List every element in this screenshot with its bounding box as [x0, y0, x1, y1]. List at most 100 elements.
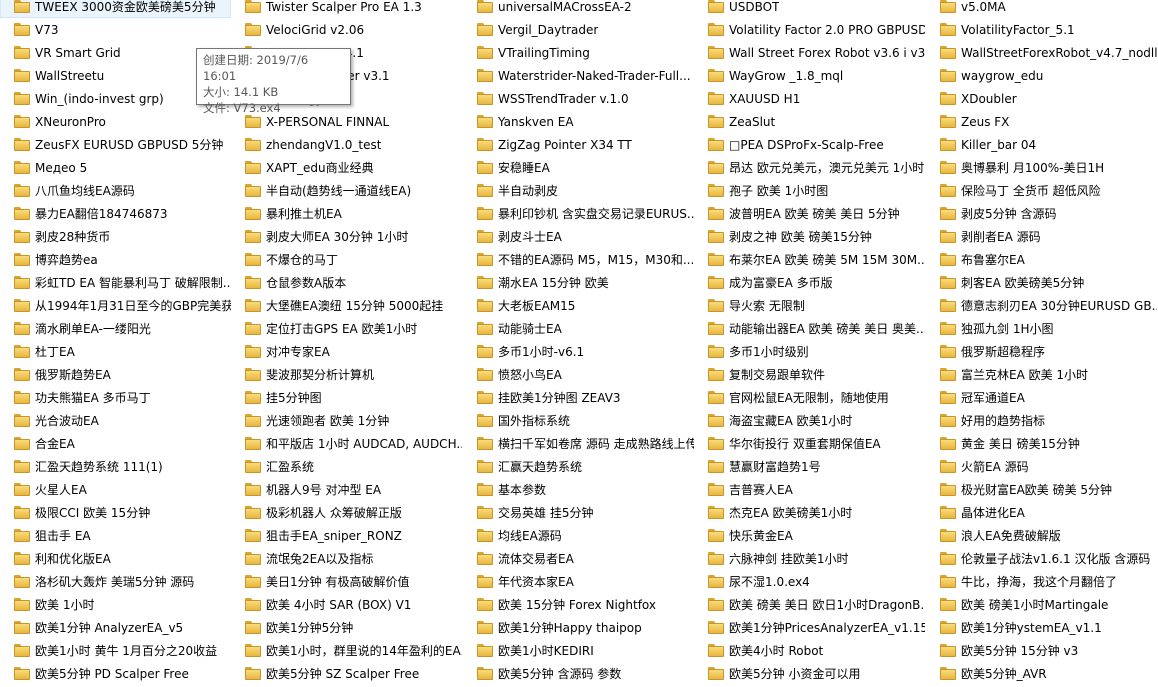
folder-item[interactable]: 德意志刹刃EA 30分钟EURUSD GB... [926, 294, 1157, 317]
folder-item[interactable]: XAPT_edu商业经典 [231, 156, 462, 179]
folder-item[interactable]: 洛杉矶大轰炸 美瑞5分钟 源码 [0, 570, 231, 593]
folder-item[interactable]: 复制交易跟单软件 [694, 363, 925, 386]
folder-item[interactable]: 孢子 欧美 1小时图 [694, 179, 925, 202]
folder-item[interactable]: 欧美1分钟 AnalyzerEA_v5 [0, 616, 231, 639]
folder-item[interactable]: 浪人EA免费破解版 [926, 524, 1157, 547]
folder-item[interactable]: ZeusFX EURUSD GBPUSD 5分钟 [0, 133, 231, 156]
folder-item[interactable]: 功夫熊猫EA 多币马丁 [0, 386, 231, 409]
folder-item[interactable]: 六脉神剑 挂欧美1小时 [694, 547, 925, 570]
folder-item[interactable]: 光合波动EA [0, 409, 231, 432]
folder-item[interactable]: 刺客EA 欧美磅美5分钟 [926, 271, 1157, 294]
folder-item[interactable]: 汇赢天趋势系统 [463, 455, 694, 478]
folder-item[interactable]: Killer_bar 04 [926, 133, 1157, 156]
folder-item[interactable]: 快乐黄金EA [694, 524, 925, 547]
folder-item[interactable]: 富兰克林EA 欧美 1小时 [926, 363, 1157, 386]
folder-item[interactable]: v5.0MA [926, 0, 1157, 18]
folder-item[interactable]: 对冲专家EA [231, 340, 462, 363]
folder-item[interactable]: 欧美1分钟PricesAnalyzerEA_v1.15 [694, 616, 925, 639]
folder-item[interactable]: 年代资本家EA [463, 570, 694, 593]
folder-item[interactable]: 半自动剥皮 [463, 179, 694, 202]
folder-item[interactable]: 吉普赛人EA [694, 478, 925, 501]
folder-item[interactable]: 冠军通道EA [926, 386, 1157, 409]
folder-item[interactable]: 欧美1小时，群里说的14年盈利的EA... [231, 639, 462, 662]
folder-item[interactable]: 导火索 无限制 [694, 294, 925, 317]
folder-item[interactable]: 欧美4小时 Robot [694, 639, 925, 662]
folder-item[interactable]: Wall Street Forex Robot v3.6 i v3.9 [694, 41, 925, 64]
folder-item[interactable]: 大老板EAM15 [463, 294, 694, 317]
folder-item[interactable]: 暴利推土机EA [231, 202, 462, 225]
folder-item[interactable]: 尿不湿1.0.ex4 [694, 570, 925, 593]
folder-item[interactable]: VolatilityFactor_5.1 [926, 18, 1157, 41]
folder-item[interactable]: 美日1分钟 有极高破解价值 [231, 570, 462, 593]
folder-item[interactable]: 官网松鼠EA无限制，随地使用 [694, 386, 925, 409]
folder-item[interactable]: 国外指标系统 [463, 409, 694, 432]
folder-item[interactable]: 动能骑士EA [463, 317, 694, 340]
folder-item[interactable]: 不错的EA源码 M5，M15，M30和... [463, 248, 694, 271]
folder-item[interactable]: XDoubler [926, 87, 1157, 110]
folder-item[interactable]: 欧美5分钟 小资金可以用 [694, 662, 925, 685]
folder-item[interactable]: ZeaSlut [694, 110, 925, 133]
folder-item[interactable]: XNeuronPro [0, 110, 231, 133]
folder-item[interactable]: 多币1小时级别 [694, 340, 925, 363]
folder-item[interactable]: Yanskven EA [463, 110, 694, 133]
folder-item[interactable]: 欧美5分钟_AVR [926, 662, 1157, 685]
folder-item[interactable]: 好用的趋势指标 [926, 409, 1157, 432]
folder-item[interactable]: 欧美5分钟 PD Scalper Free [0, 662, 231, 685]
folder-item[interactable]: 华尔街投行 双重套期保值EA [694, 432, 925, 455]
folder-item[interactable]: 暴力EA翻倍184746873 [0, 202, 231, 225]
folder-item[interactable]: 布鲁塞尔EA [926, 248, 1157, 271]
folder-item[interactable]: 安稳睡EA [463, 156, 694, 179]
folder-item[interactable]: Vergil_Daytrader [463, 18, 694, 41]
folder-item[interactable]: 狙击手EA_sniper_RONZ [231, 524, 462, 547]
folder-item[interactable]: TWEEX 3000资金欧美磅美5分钟 [0, 0, 231, 18]
folder-item[interactable]: 挂5分钟图 [231, 386, 462, 409]
folder-item[interactable]: WayGrow _1.8_mql [694, 64, 925, 87]
folder-item[interactable]: Медео 5 [0, 156, 231, 179]
folder-item[interactable]: 布莱尔EA 欧美 磅美 5M 15M 30M... [694, 248, 925, 271]
folder-item[interactable]: 牛比，挣海，我这个月翻倍了 [926, 570, 1157, 593]
folder-item[interactable]: 欧美 1小时 [0, 593, 231, 616]
folder-item[interactable]: zhendangV1.0_test [231, 133, 462, 156]
folder-item[interactable]: 晶体进化EA [926, 501, 1157, 524]
folder-item[interactable]: 俄罗斯超稳程序 [926, 340, 1157, 363]
folder-item[interactable]: 欧美 磅美1小时Martingale [926, 593, 1157, 616]
folder-item[interactable]: 杰克EA 欧美磅美1小时 [694, 501, 925, 524]
folder-item[interactable]: 保险马丁 全货币 超低风险 [926, 179, 1157, 202]
folder-item[interactable]: 欧美1分钟ystemEA_v1.1 [926, 616, 1157, 639]
folder-item[interactable]: 欧美1分钟Happy thaipop [463, 616, 694, 639]
folder-item[interactable]: 不爆仓的马丁 [231, 248, 462, 271]
folder-item[interactable]: 极光财富EA欧美 磅美 5分钟 [926, 478, 1157, 501]
folder-item[interactable]: 定位打击GPS EA 欧美1小时 [231, 317, 462, 340]
folder-item[interactable]: 交易英雄 挂5分钟 [463, 501, 694, 524]
folder-item[interactable]: 机器人9号 对冲型 EA [231, 478, 462, 501]
folder-item[interactable]: 黄金 美日 磅美15分钟 [926, 432, 1157, 455]
folder-item[interactable]: 横扫千军如卷席 源码 走成熟路线上传 [463, 432, 694, 455]
folder-item[interactable]: Twister Scalper Pro EA 1.3 [231, 0, 462, 18]
folder-item[interactable]: 动能输出器EA 欧美 磅美 美日 奥美... [694, 317, 925, 340]
folder-item[interactable]: 合金EA [0, 432, 231, 455]
folder-item[interactable]: 彩虹TD EA 智能暴利马丁 破解限制... [0, 271, 231, 294]
folder-item[interactable]: 欧美5分钟 15分钟 v3 [926, 639, 1157, 662]
folder-item[interactable]: 潮水EA 15分钟 欧美 [463, 271, 694, 294]
folder-item[interactable]: 欧美 4小时 SAR (BOX) V1 [231, 593, 462, 616]
folder-item[interactable]: 欧美5分钟 SZ Scalper Free [231, 662, 462, 685]
folder-item[interactable]: ZigZag Pointer X34 TT [463, 133, 694, 156]
folder-item[interactable]: WSSTrendTrader v.1.0 [463, 87, 694, 110]
folder-item[interactable]: 汇盈系统 [231, 455, 462, 478]
folder-item[interactable]: 欧美 15分钟 Forex Nightfox [463, 593, 694, 616]
folder-item[interactable]: 流氓兔2EA以及指标 [231, 547, 462, 570]
folder-item[interactable]: 极限CCI 欧美 15分钟 [0, 501, 231, 524]
folder-item[interactable]: 欧美1小时KEDIRI [463, 639, 694, 662]
folder-item[interactable]: 昂达 欧元兑美元，澳元兑美元 1小时 [694, 156, 925, 179]
folder-item[interactable]: 剥皮之神 欧美 磅美15分钟 [694, 225, 925, 248]
folder-item[interactable]: WallStreetForexRobot_v4.7_nodll... [926, 41, 1157, 64]
folder-item[interactable]: 波普明EA 欧美 磅美 美日 5分钟 [694, 202, 925, 225]
folder-item[interactable]: 多币1小时-v6.1 [463, 340, 694, 363]
folder-item[interactable]: 利和优化版EA [0, 547, 231, 570]
folder-item[interactable]: 剥皮28种货币 [0, 225, 231, 248]
folder-item[interactable]: VelociGrid v2.06 [231, 18, 462, 41]
folder-item[interactable]: 和平版店 1小时 AUDCAD, AUDCH... [231, 432, 462, 455]
folder-item[interactable]: 杜丁EA [0, 340, 231, 363]
folder-item[interactable]: 八爪鱼均线EA源码 [0, 179, 231, 202]
folder-item[interactable]: 汇盈天趋势系统 111(1) [0, 455, 231, 478]
